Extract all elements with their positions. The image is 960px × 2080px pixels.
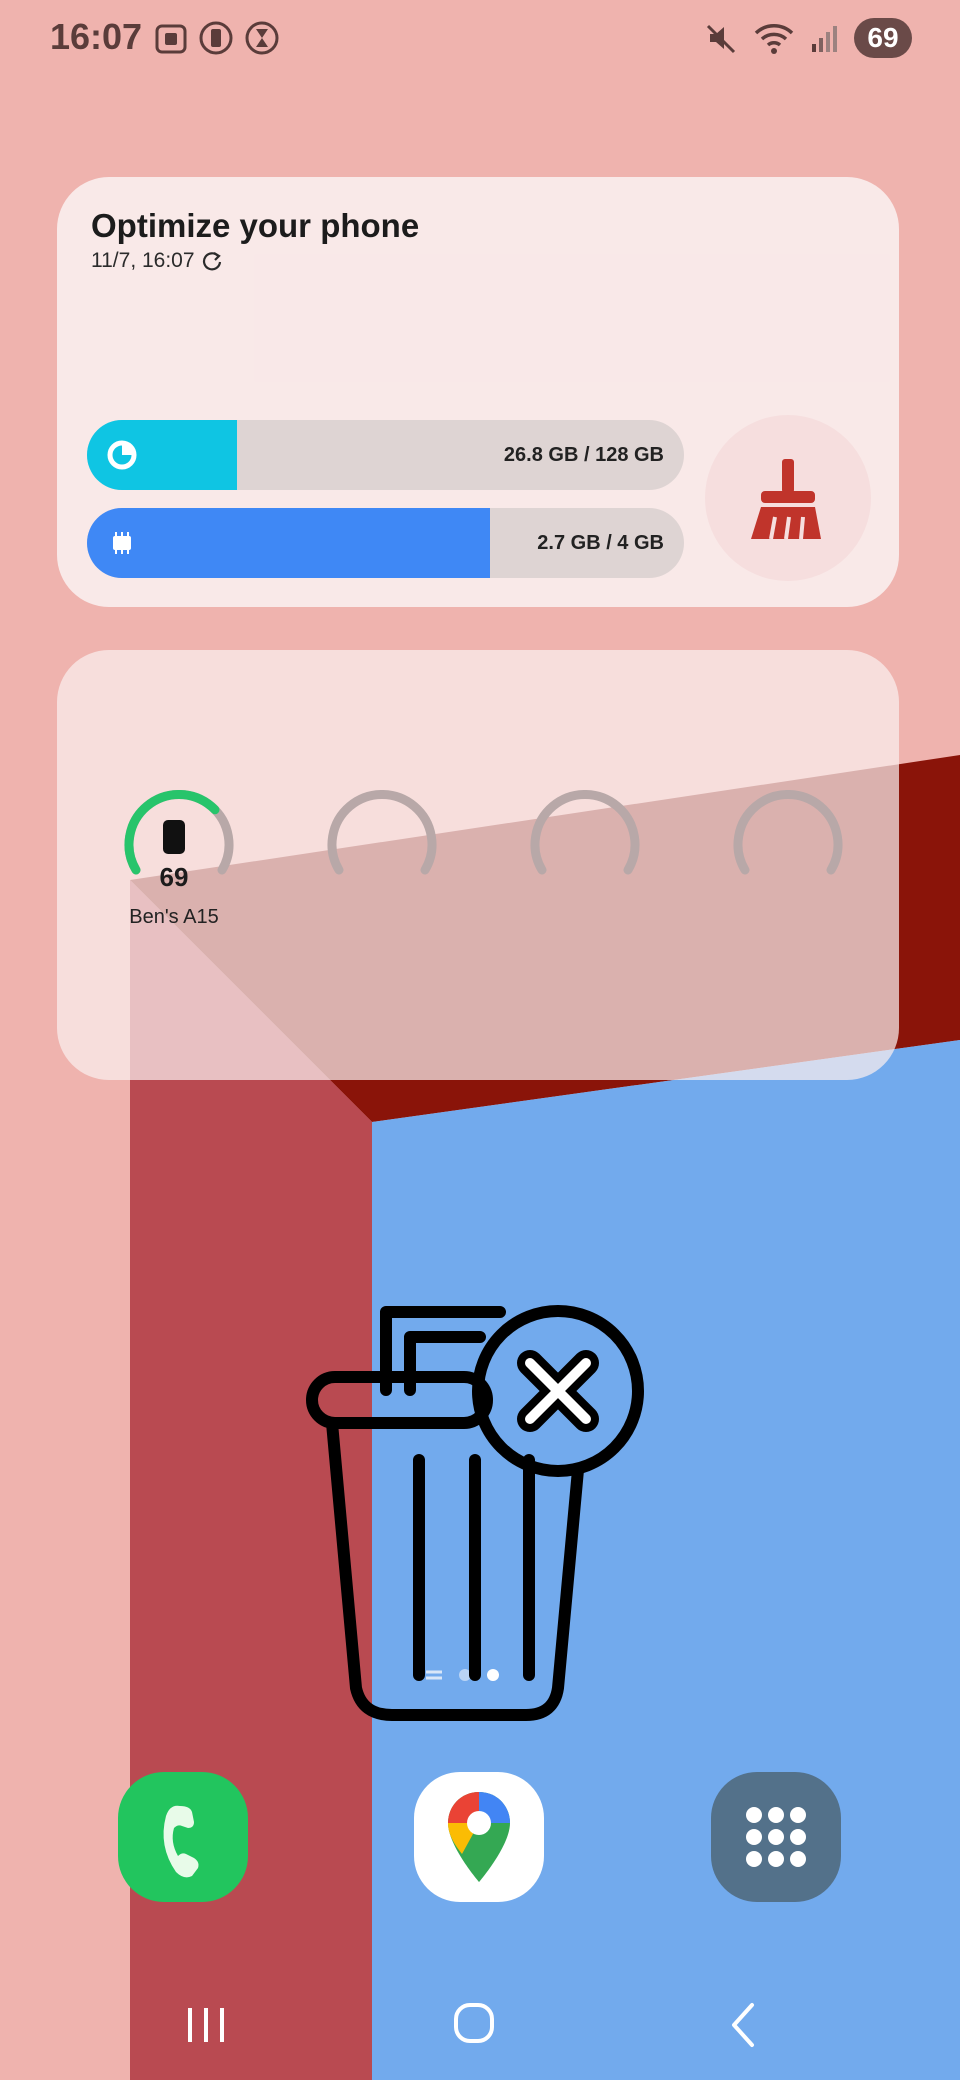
clean-button[interactable] — [705, 415, 871, 581]
widget-subtitle: 11/7, 16:07 — [91, 249, 223, 273]
phone-icon — [163, 820, 185, 854]
battery-device-1[interactable]: 69 Ben's A15 — [114, 789, 234, 940]
phone-vibrate-icon — [199, 21, 233, 55]
storage-value: 26.8 GB / 128 GB — [503, 444, 664, 466]
navigation-bar — [0, 1980, 960, 2080]
widget-title: Optimize your phone — [91, 207, 420, 244]
memory-value: 2.7 GB / 4 GB — [537, 532, 664, 554]
phone-icon — [163, 1805, 199, 1878]
apps-drawer-button[interactable] — [711, 1772, 841, 1902]
battery-ring — [733, 789, 843, 875]
battery-ring — [530, 789, 640, 875]
phone-app[interactable] — [118, 1772, 248, 1902]
optimize-widget[interactable]: Optimize your phone 11/7, 16:07 26.8 GB … — [57, 177, 899, 607]
battery-device-4 — [723, 789, 843, 940]
refresh-icon[interactable] — [201, 250, 223, 272]
status-bar: 16:07 69 — [0, 0, 960, 80]
google-maps-icon — [448, 1792, 510, 1882]
battery-ring — [327, 789, 437, 875]
storage-bar[interactable]: 26.8 GB / 128 GB — [87, 420, 684, 490]
memory-chip-icon — [113, 532, 131, 554]
memory-fill — [87, 508, 490, 578]
battery-device-3 — [520, 789, 640, 940]
mute-icon — [706, 24, 736, 54]
broom-icon — [751, 459, 821, 540]
apps-grid-icon — [746, 1807, 806, 1867]
hourglass-icon — [245, 21, 279, 55]
trash-delete-icon — [306, 1305, 644, 1721]
last-updated-text: 11/7, 16:07 — [91, 249, 195, 272]
memory-bar[interactable]: 2.7 GB / 4 GB — [87, 508, 684, 578]
battery-device-2 — [317, 789, 437, 940]
signal-icon — [812, 26, 837, 52]
back-button[interactable] — [704, 1990, 784, 2060]
battery-percent: 69 — [159, 862, 189, 892]
status-time: 16:07 — [50, 16, 143, 57]
device-name: Ben's A15 — [129, 906, 219, 928]
screenshot-icon — [155, 24, 187, 54]
storage-pie-icon — [107, 440, 137, 470]
battery-indicator: 69 — [854, 18, 912, 58]
recents-button[interactable] — [166, 1990, 246, 2060]
home-button[interactable] — [434, 1990, 514, 2060]
battery-widget[interactable]: 69 Ben's A15 — [57, 650, 899, 1080]
wifi-icon — [754, 24, 794, 54]
google-maps-app[interactable] — [414, 1772, 544, 1902]
